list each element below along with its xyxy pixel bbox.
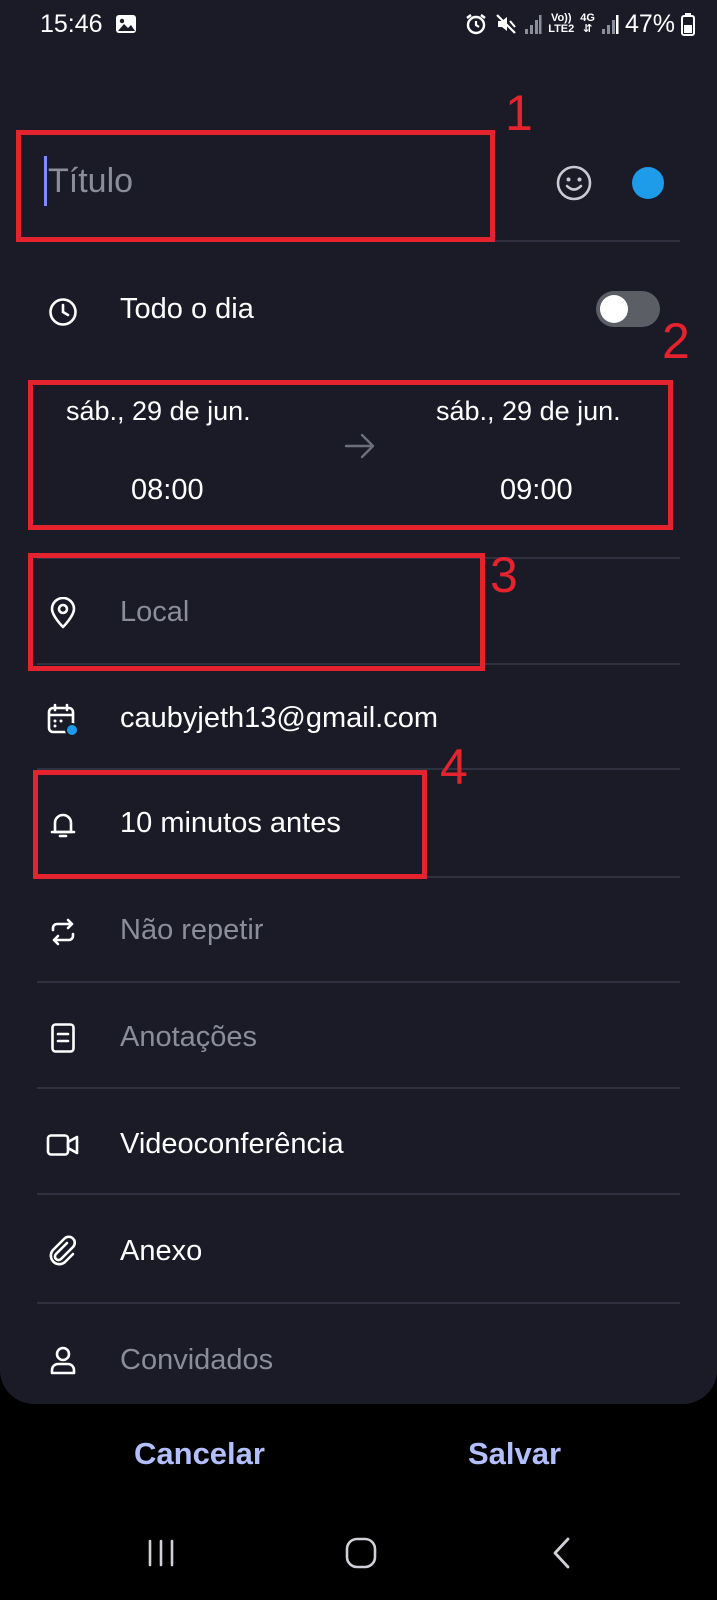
system-nav-bar [0, 1515, 717, 1600]
annotation-box-2 [28, 380, 673, 530]
repeat-icon [46, 915, 80, 949]
event-color-dot[interactable] [632, 167, 664, 199]
paperclip-icon [46, 1233, 80, 1267]
divider [37, 1087, 680, 1089]
network-4g-indicator: 4G ⇵ [580, 12, 595, 35]
annotation-box-1 [16, 130, 495, 242]
calendar-account[interactable]: caubyjeth13@gmail.com [120, 702, 438, 735]
repeat-field[interactable]: Não repetir [120, 914, 263, 947]
battery-percent: 47% [624, 9, 675, 38]
toggle-knob [600, 295, 628, 323]
data-arrows-icon: ⇵ [583, 23, 593, 35]
status-bar: 15:46 Vo)) LTE2 4G ⇵ 47% [0, 0, 717, 48]
signal-icon-2 [601, 13, 619, 35]
alarm-icon [464, 12, 488, 36]
annotation-number-3: 3 [490, 547, 518, 603]
emoji-icon[interactable] [555, 164, 593, 202]
notes-field[interactable]: Anotações [120, 1021, 257, 1054]
annotation-number-2: 2 [662, 313, 690, 369]
signal-icon [524, 13, 542, 35]
annotation-number-4: 4 [440, 739, 468, 795]
video-camera-icon [46, 1128, 80, 1162]
divider [37, 981, 680, 983]
calendar-account-icon [46, 703, 80, 737]
annotation-box-4 [33, 770, 427, 879]
battery-icon [681, 12, 695, 36]
divider [37, 1193, 680, 1195]
all-day-toggle[interactable] [596, 291, 660, 327]
gallery-notification-icon [115, 14, 137, 34]
save-button[interactable]: Salvar [468, 1436, 561, 1472]
annotation-box-3 [28, 553, 485, 671]
status-time: 15:46 [40, 9, 103, 38]
cancel-button[interactable]: Cancelar [134, 1436, 265, 1472]
all-day-label: Todo o dia [120, 293, 254, 325]
annotation-number-1: 1 [505, 85, 533, 141]
back-icon[interactable] [532, 1515, 592, 1590]
attachment-field[interactable]: Anexo [120, 1235, 202, 1268]
clock-icon [46, 295, 80, 329]
volte-indicator: Vo)) LTE2 [548, 12, 575, 35]
divider [37, 1302, 680, 1304]
mute-icon [494, 12, 518, 36]
video-conference-field[interactable]: Videoconferência [120, 1128, 344, 1161]
notes-icon [46, 1021, 80, 1055]
person-icon [46, 1343, 80, 1377]
home-icon[interactable] [331, 1515, 391, 1590]
guests-field[interactable]: Convidados [120, 1344, 273, 1377]
recent-apps-icon[interactable] [131, 1515, 191, 1590]
